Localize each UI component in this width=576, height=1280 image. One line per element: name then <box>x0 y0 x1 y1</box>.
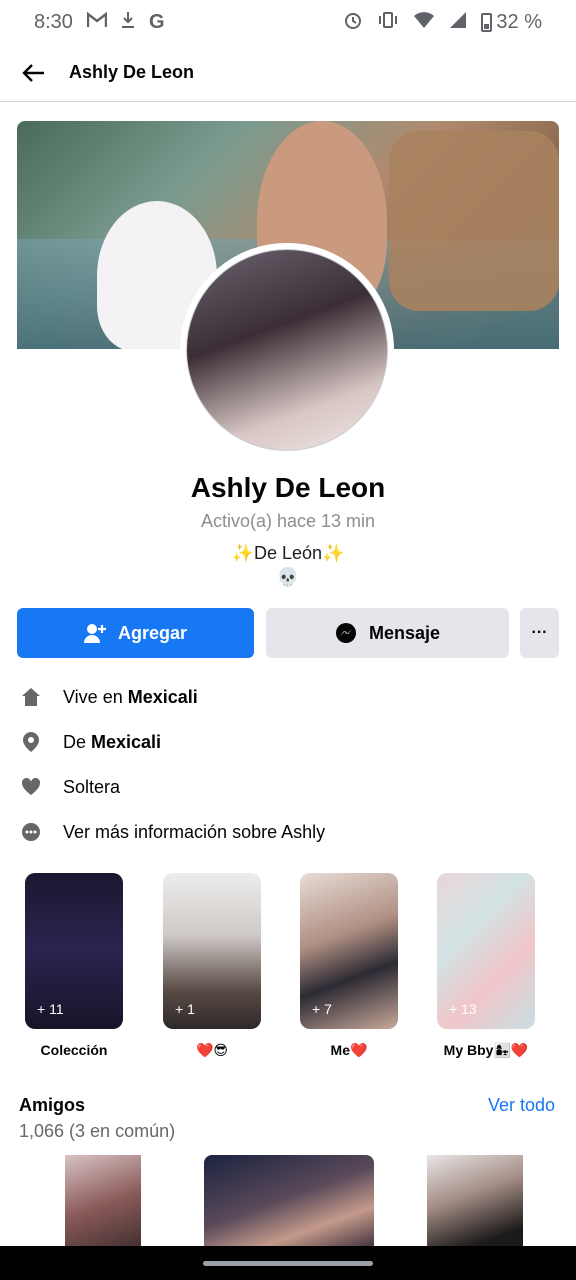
heart-icon <box>20 776 42 798</box>
friend-photo-2[interactable] <box>204 1155 374 1255</box>
add-friend-button[interactable]: Agregar <box>17 608 254 658</box>
back-arrow-icon <box>22 63 44 82</box>
info-more[interactable]: Ver más información sobre Ashly <box>20 817 325 847</box>
signal-icon <box>449 11 467 33</box>
from-value[interactable]: Mexicali <box>91 732 161 753</box>
see-all-friends-link[interactable]: Ver todo <box>488 1095 555 1116</box>
message-button[interactable]: Mensaje <box>266 608 509 658</box>
from-prefix: De <box>63 731 87 752</box>
profile-name: Ashly De Leon <box>190 472 386 503</box>
featured-label: Me❤️ <box>330 1042 368 1058</box>
back-button[interactable] <box>0 44 66 102</box>
info-from: De Mexicali <box>20 727 161 757</box>
featured-count: + 1 <box>175 1001 195 1017</box>
info-lives-in: Vive en Mexicali <box>20 682 198 712</box>
lives-in-prefix: Vive en <box>63 686 123 707</box>
bio: ✨De León✨ <box>231 543 345 563</box>
featured-card-2[interactable]: + 1 <box>163 873 261 1029</box>
add-friend-icon <box>83 624 106 643</box>
home-gesture-handle[interactable] <box>203 1260 373 1266</box>
messenger-icon <box>335 623 356 643</box>
top-nav: Ashly De Leon <box>0 44 576 102</box>
status-right: 32 % <box>343 10 542 34</box>
status-left: 8:30 G <box>34 11 165 34</box>
home-icon <box>20 686 42 708</box>
vibrate-icon <box>377 11 399 33</box>
status-time: 8:30 <box>34 10 73 33</box>
status-bar: 8:30 G 32 % <box>0 0 576 44</box>
download-icon <box>121 11 135 33</box>
featured-label: Colección <box>40 1042 108 1058</box>
featured-label: My Bby👩‍👧❤️ <box>443 1042 529 1058</box>
active-status: Activo(a) hace 13 min <box>200 511 376 531</box>
wifi-icon <box>413 11 435 33</box>
featured-card-4[interactable]: + 13 <box>437 873 535 1029</box>
friends-count: 1,066 (3 en común) <box>19 1121 176 1141</box>
google-icon: G <box>148 11 165 33</box>
friend-photo-3[interactable] <box>427 1155 523 1255</box>
featured-count: + 13 <box>449 1001 477 1017</box>
location-pin-icon <box>20 731 42 753</box>
navigation-gesture-bar <box>0 1246 576 1280</box>
more-options-icon: ··· <box>531 624 548 641</box>
add-friend-label: Agregar <box>117 622 188 643</box>
friends-title: Amigos <box>19 1095 86 1115</box>
avatar <box>186 249 388 451</box>
featured-count: + 11 <box>37 1001 64 1017</box>
nav-title: Ashly De Leon <box>69 62 195 82</box>
profile-picture[interactable] <box>180 243 394 457</box>
more-info-icon <box>20 821 42 843</box>
more-options-button[interactable]: ··· <box>520 608 559 658</box>
bio-emoji: 💀 <box>276 567 300 587</box>
friend-photo-1[interactable] <box>65 1155 141 1255</box>
battery-level: 32 % <box>496 10 542 33</box>
featured-count: + 7 <box>312 1001 332 1017</box>
featured-collections: + 11 Colección + 1 ❤️😎 + 7 Me❤️ + 13 My … <box>25 873 537 1063</box>
relationship-status: Soltera <box>63 776 121 797</box>
featured-card-1[interactable]: + 11 <box>25 873 123 1029</box>
message-label: Mensaje <box>368 622 441 643</box>
featured-label: ❤️😎 <box>195 1042 229 1058</box>
gmail-icon <box>86 11 108 32</box>
more-info-link[interactable]: Ver más información sobre Ashly <box>63 822 325 843</box>
alarm-icon <box>343 10 363 34</box>
cover-rock <box>389 131 559 311</box>
lives-in-value[interactable]: Mexicali <box>128 687 198 708</box>
battery-icon <box>481 12 493 32</box>
battery-indicator: 32 % <box>481 11 542 34</box>
featured-card-3[interactable]: + 7 <box>300 873 398 1029</box>
info-relationship: Soltera <box>20 772 120 802</box>
